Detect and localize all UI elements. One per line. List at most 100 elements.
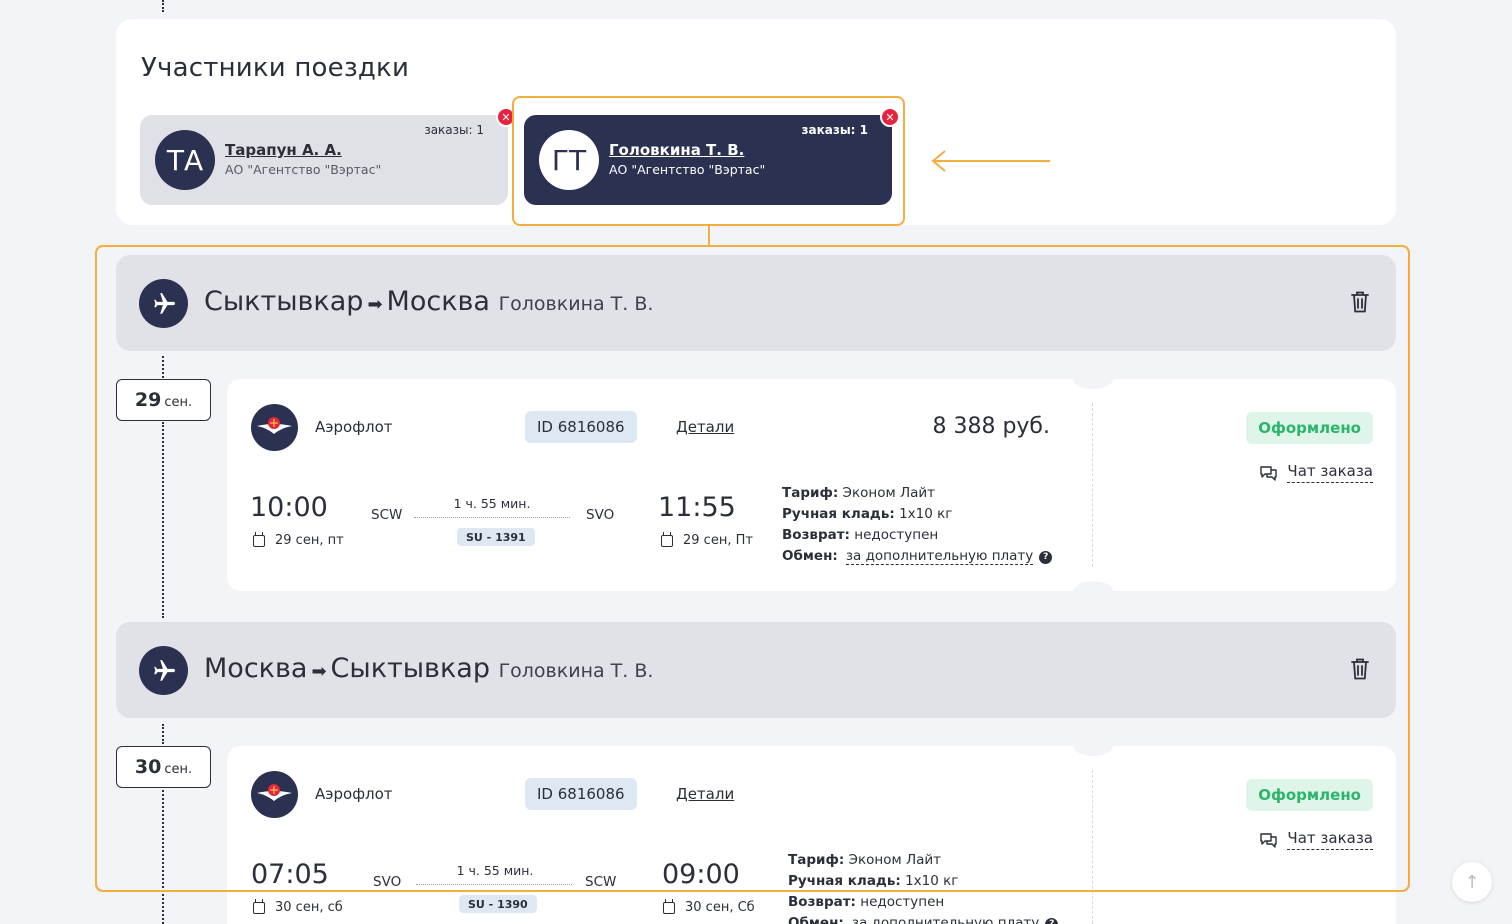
route-from: Москва — [204, 653, 308, 684]
date-month: сен. — [164, 394, 193, 410]
card-notch — [1073, 736, 1113, 756]
calendar-icon — [253, 531, 265, 547]
avatar: ТА — [155, 130, 215, 190]
chat-icon — [1260, 465, 1278, 481]
departure-date: 30 сен, сб — [253, 898, 343, 915]
route-arrow-icon: ➡ — [311, 661, 327, 682]
route-header: Москва ➡ Сыктывкар Головкина Т. В. — [116, 622, 1396, 718]
trash-icon[interactable] — [1350, 290, 1370, 314]
date-badge: 29 сен. — [116, 379, 211, 421]
calendar-icon — [661, 531, 673, 547]
status-badge: Оформлено — [1246, 412, 1373, 444]
refund-label: Возврат: — [788, 894, 856, 910]
card-notch — [1073, 581, 1113, 601]
selected-participant-highlight — [512, 96, 905, 226]
card-divider — [1092, 403, 1093, 567]
arrow-left-icon — [931, 150, 1050, 172]
arrival-airport-code: SCW — [585, 874, 617, 890]
route-traveler: Головкина Т. В. — [498, 293, 654, 315]
tariff-info: Тариф: Эконом Лайт Ручная кладь: 1х10 кг… — [782, 483, 1053, 567]
departure-time: 10:00 — [250, 492, 328, 523]
aeroflot-logo-icon — [251, 404, 298, 451]
departure-airport-code: SVO — [373, 874, 402, 890]
exchange-link[interactable]: за дополнительную плату — [851, 915, 1040, 924]
flight-path-line — [416, 884, 572, 885]
scroll-to-top-button[interactable]: ↑ — [1452, 862, 1492, 902]
route-from: Сыктывкар — [204, 286, 364, 317]
order-id-badge: ID 6816086 — [525, 778, 637, 810]
tariff-label: Тариф: — [782, 485, 839, 501]
refund-value: недоступен — [854, 527, 939, 543]
flight-number-badge: SU - 1391 — [457, 528, 535, 546]
exchange-label: Обмен: — [782, 548, 838, 564]
flight-path-line — [414, 517, 570, 518]
price: 8 388 руб. — [932, 414, 1050, 439]
departure-airport-code: SCW — [371, 507, 403, 523]
tariff-label: Тариф: — [788, 852, 845, 868]
order-chat-link[interactable]: Чат заказа — [1259, 462, 1373, 483]
aeroflot-logo-icon — [251, 771, 298, 818]
flight-number-badge: SU - 1390 — [459, 895, 537, 913]
airplane-icon — [139, 279, 188, 328]
baggage-label: Ручная кладь: — [782, 506, 895, 522]
date-day: 30 — [134, 756, 162, 778]
trash-icon[interactable] — [1350, 657, 1370, 681]
airplane-icon — [139, 646, 188, 695]
flight-duration: 1 ч. 55 мин. — [456, 863, 534, 878]
airline-name: Аэрофлот — [315, 785, 393, 803]
flight-duration: 1 ч. 55 мин. — [453, 496, 531, 511]
route-arrow-icon: ➡ — [367, 294, 383, 315]
participant-card[interactable]: ТА Тарапун А. А. АО "Агентство "Вэртас" … — [140, 107, 516, 205]
route-to: Сыктывкар — [330, 653, 490, 684]
order-chat-label: Чат заказа — [1287, 829, 1373, 850]
highlight-connector — [708, 226, 710, 245]
departure-time: 07:05 — [251, 859, 329, 890]
arrival-time: 11:55 — [658, 492, 736, 523]
baggage-value: 1х10 кг — [905, 873, 959, 889]
tariff-value: Эконом Лайт — [848, 852, 942, 868]
route-traveler: Головкина Т. В. — [498, 660, 654, 682]
arrow-up-icon: ↑ — [1464, 871, 1480, 893]
refund-label: Возврат: — [782, 527, 850, 543]
order-id-badge: ID 6816086 — [525, 411, 637, 443]
baggage-value: 1х10 кг — [899, 506, 953, 522]
departure-date-text: 29 сен, пт — [275, 533, 344, 548]
airline-name: Аэрофлот — [315, 418, 393, 436]
exchange-link[interactable]: за дополнительную плату — [845, 548, 1034, 565]
flight-card: Аэрофлот ID 6816086 Детали 8 388 руб. 10… — [227, 369, 1396, 601]
tariff-info: Тариф: Эконом Лайт Ручная кладь: 1х10 кг… — [788, 850, 1059, 924]
refund-value: недоступен — [860, 894, 945, 910]
route-header: Сыктывкар ➡ Москва Головкина Т. В. — [116, 255, 1396, 351]
arrival-date-text: 30 сен, Сб — [685, 900, 755, 915]
arrival-date-text: 29 сен, Пт — [683, 533, 753, 548]
order-chat-link[interactable]: Чат заказа — [1259, 829, 1373, 850]
date-badge: 30 сен. — [116, 746, 211, 788]
departure-date: 29 сен, пт — [253, 531, 344, 548]
departure-date-text: 30 сен, сб — [275, 900, 343, 915]
flight-card: Аэрофлот ID 6816086 Детали 07:05 30 сен,… — [227, 736, 1396, 924]
help-icon[interactable]: ? — [1039, 551, 1053, 564]
help-icon[interactable]: ? — [1045, 918, 1059, 924]
arrival-date: 30 сен, Сб — [663, 898, 755, 915]
route-title: Сыктывкар ➡ Москва Головкина Т. В. — [204, 286, 653, 317]
participants-title: Участники поездки — [141, 53, 410, 83]
calendar-icon — [253, 898, 265, 914]
date-day: 29 — [134, 389, 162, 411]
arrival-time: 09:00 — [662, 859, 740, 890]
order-chat-label: Чат заказа — [1287, 462, 1373, 483]
chat-icon — [1260, 832, 1278, 848]
date-month: сен. — [164, 761, 193, 777]
participant-orders-count: заказы: 1 — [424, 123, 484, 137]
participant-org: АО "Агентство "Вэртас" — [225, 162, 382, 177]
card-divider — [1092, 770, 1093, 924]
participant-name[interactable]: Тарапун А. А. — [225, 141, 342, 159]
details-link[interactable]: Детали — [676, 418, 734, 436]
route-to: Москва — [386, 286, 490, 317]
card-notch — [1073, 369, 1113, 389]
details-link[interactable]: Детали — [676, 785, 734, 803]
arrival-date: 29 сен, Пт — [661, 531, 753, 548]
route-title: Москва ➡ Сыктывкар Головкина Т. В. — [204, 653, 653, 684]
timeline-line — [162, 0, 164, 12]
baggage-label: Ручная кладь: — [788, 873, 901, 889]
calendar-icon — [663, 898, 675, 914]
